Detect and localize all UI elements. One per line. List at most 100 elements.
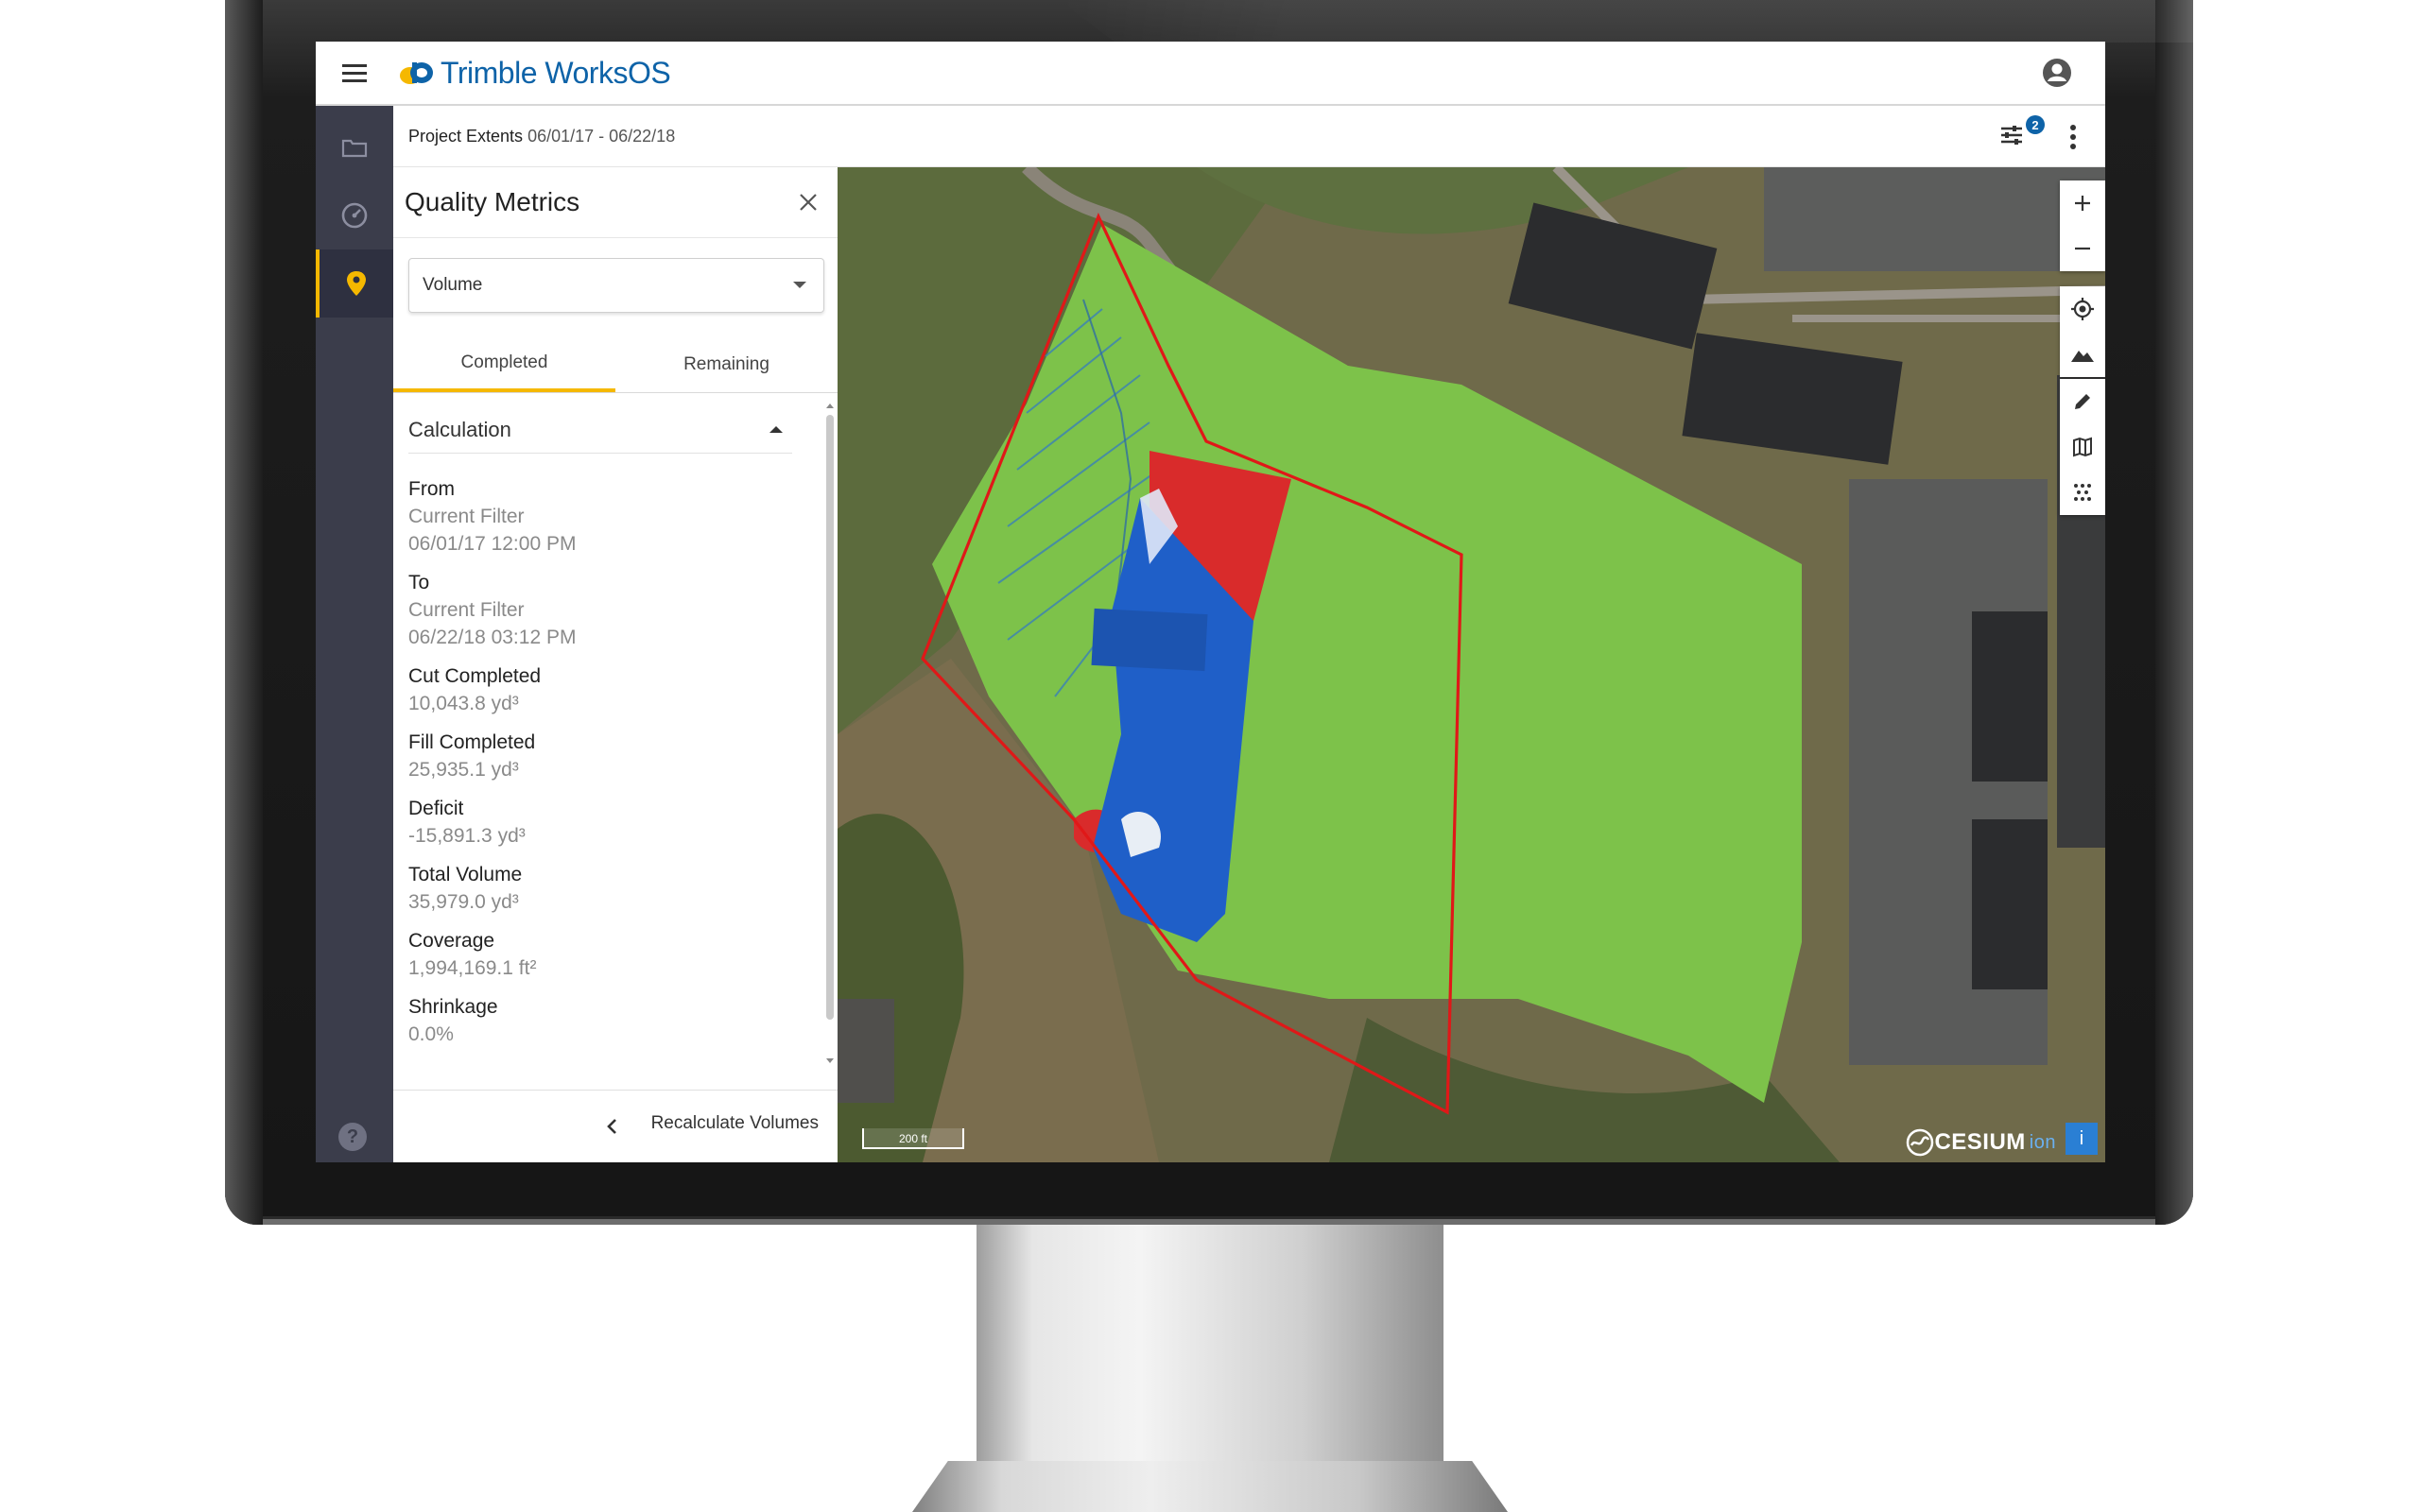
tab-remaining[interactable]: Remaining [615,337,838,392]
app-screen: Trimble WorksOS ? Project Extents 06/01/… [316,42,2105,1162]
metric-value: 35,979.0 yd³ [408,891,519,913]
calculation-section-header[interactable]: Calculation [408,407,792,454]
metric-value: 10,043.8 yd³ [408,693,519,714]
screen-glare [1059,0,2193,43]
project-title: Project Extents 06/01/17 - 06/22/18 [408,127,675,146]
pond [1091,608,1208,672]
cesium-label: CESIUM [1934,1129,2026,1155]
metric-deficit: Deficit -15,891.3 yd³ [408,795,786,850]
navigation-rail: ? [316,106,393,1162]
volume-tabs: Completed Remaining [393,337,838,393]
panel-footer: Recalculate Volumes [393,1090,838,1162]
metric-value: Current Filter [408,599,525,621]
cesium-logo-icon [1907,1128,1934,1157]
panel-title: Quality Metrics [405,187,580,216]
scroll-down-icon[interactable] [826,1058,834,1063]
filter-count-badge: 2 [2026,115,2045,134]
terrain-button[interactable] [2060,332,2105,377]
recalculate-volumes-button[interactable]: Recalculate Volumes [651,1113,819,1134]
view-controls [2060,286,2105,377]
edit-controls [2060,379,2105,515]
metric-type-select[interactable]: Volume [408,258,824,313]
project-date-range: 06/01/17 - 06/22/18 [527,126,676,146]
rail-item-dashboard[interactable] [316,181,393,249]
map-scale-bar: 200 ft [862,1128,964,1149]
metrics-list: From Current Filter 06/01/17 12:00 PM To… [408,475,786,1059]
locate-icon [2071,298,2094,320]
rail-item-map[interactable] [316,249,393,318]
zoom-out-icon [2075,247,2090,250]
metric-shrinkage: Shrinkage 0.0% [408,993,786,1048]
chevron-left-icon[interactable] [603,1115,622,1138]
draw-button[interactable] [2060,379,2105,424]
metric-value: Current Filter [408,506,525,527]
scroll-thumb[interactable] [826,415,834,1020]
zoom-controls [2060,180,2105,271]
terrain-icon [2071,351,2094,362]
metric-label: To [408,572,430,593]
metric-label: Deficit [408,798,464,819]
metric-label: Cut Completed [408,665,542,687]
tab-completed[interactable]: Completed [393,337,615,392]
pencil-icon [2075,394,2090,409]
metric-from: From Current Filter 06/01/17 12:00 PM [408,475,786,558]
metric-label: Fill Completed [408,731,536,753]
metric-coverage: Coverage 1,994,169.1 ft² [408,927,786,982]
collapse-icon [769,426,783,433]
trimble-logo-icon [400,62,433,84]
point-cloud-icon [2074,484,2091,501]
zoom-in-button[interactable] [2060,180,2105,226]
cesium-attribution[interactable]: CESIUM ion [1906,1128,2056,1157]
metric-fill-completed: Fill Completed 25,935.1 yd³ [408,729,786,783]
help-icon[interactable]: ? [338,1123,367,1151]
chevron-down-icon [793,282,806,288]
building [838,999,894,1103]
map-imagery [838,167,2105,1162]
map-layers-button[interactable] [2060,424,2105,470]
monitor-stand-base [912,1461,1508,1512]
zoom-in-icon [2075,196,2090,211]
dashboard-icon [341,202,368,229]
building [1972,819,2048,989]
metric-total-volume: Total Volume 35,979.0 yd³ [408,861,786,916]
scroll-up-icon[interactable] [826,404,834,408]
user-account-icon[interactable] [2041,57,2073,89]
monitor-stand-neck [977,1225,1443,1461]
point-cloud-button[interactable] [2060,470,2105,515]
hamburger-menu-button[interactable] [316,42,393,104]
metric-value: 1,994,169.1 ft² [408,957,537,979]
building [1972,611,2048,782]
metric-value: 06/22/18 03:12 PM [408,627,577,648]
locate-button[interactable] [2060,286,2105,332]
metric-value: -15,891.3 yd³ [408,825,526,847]
parking-lot [1764,167,2105,271]
zoom-out-button[interactable] [2060,226,2105,271]
cesium-ion-label: ion [2029,1131,2056,1153]
metric-value: 06/01/17 12:00 PM [408,533,577,555]
metric-label: Coverage [408,930,495,952]
project-bar: Project Extents 06/01/17 - 06/22/18 2 [393,106,2105,167]
folder-icon [341,139,368,158]
brand-name: Trimble WorksOS [441,55,671,90]
map-info-button[interactable]: i [2066,1123,2098,1155]
metric-label: Shrinkage [408,996,498,1018]
metric-to: To Current Filter 06/22/18 03:12 PM [408,569,786,651]
metric-value: 25,935.1 yd³ [408,759,519,781]
scale-label: 200 ft [898,1132,928,1145]
quality-metrics-panel: Quality Metrics Volume Completed Remaini… [393,167,839,1162]
brand-logo[interactable]: Trimble WorksOS [397,55,671,91]
metric-label: From [408,478,455,500]
metric-type-value: Volume [423,275,483,295]
more-options-icon[interactable] [2069,125,2077,149]
site-map[interactable]: 200 ft CESIUM ion i [838,167,2105,1162]
filter-settings-icon[interactable] [1997,121,2026,149]
panel-scrollbar[interactable] [824,402,836,1063]
close-icon[interactable] [796,190,821,215]
map-pin-icon [347,271,366,296]
rail-item-projects[interactable] [316,113,393,181]
metrics-scroll-area[interactable]: Calculation From Current Filter 06/01/17… [393,394,838,1073]
section-title: Calculation [408,418,511,441]
hamburger-icon [342,63,367,82]
project-label: Project Extents [408,126,524,146]
metric-cut-completed: Cut Completed 10,043.8 yd³ [408,662,786,717]
